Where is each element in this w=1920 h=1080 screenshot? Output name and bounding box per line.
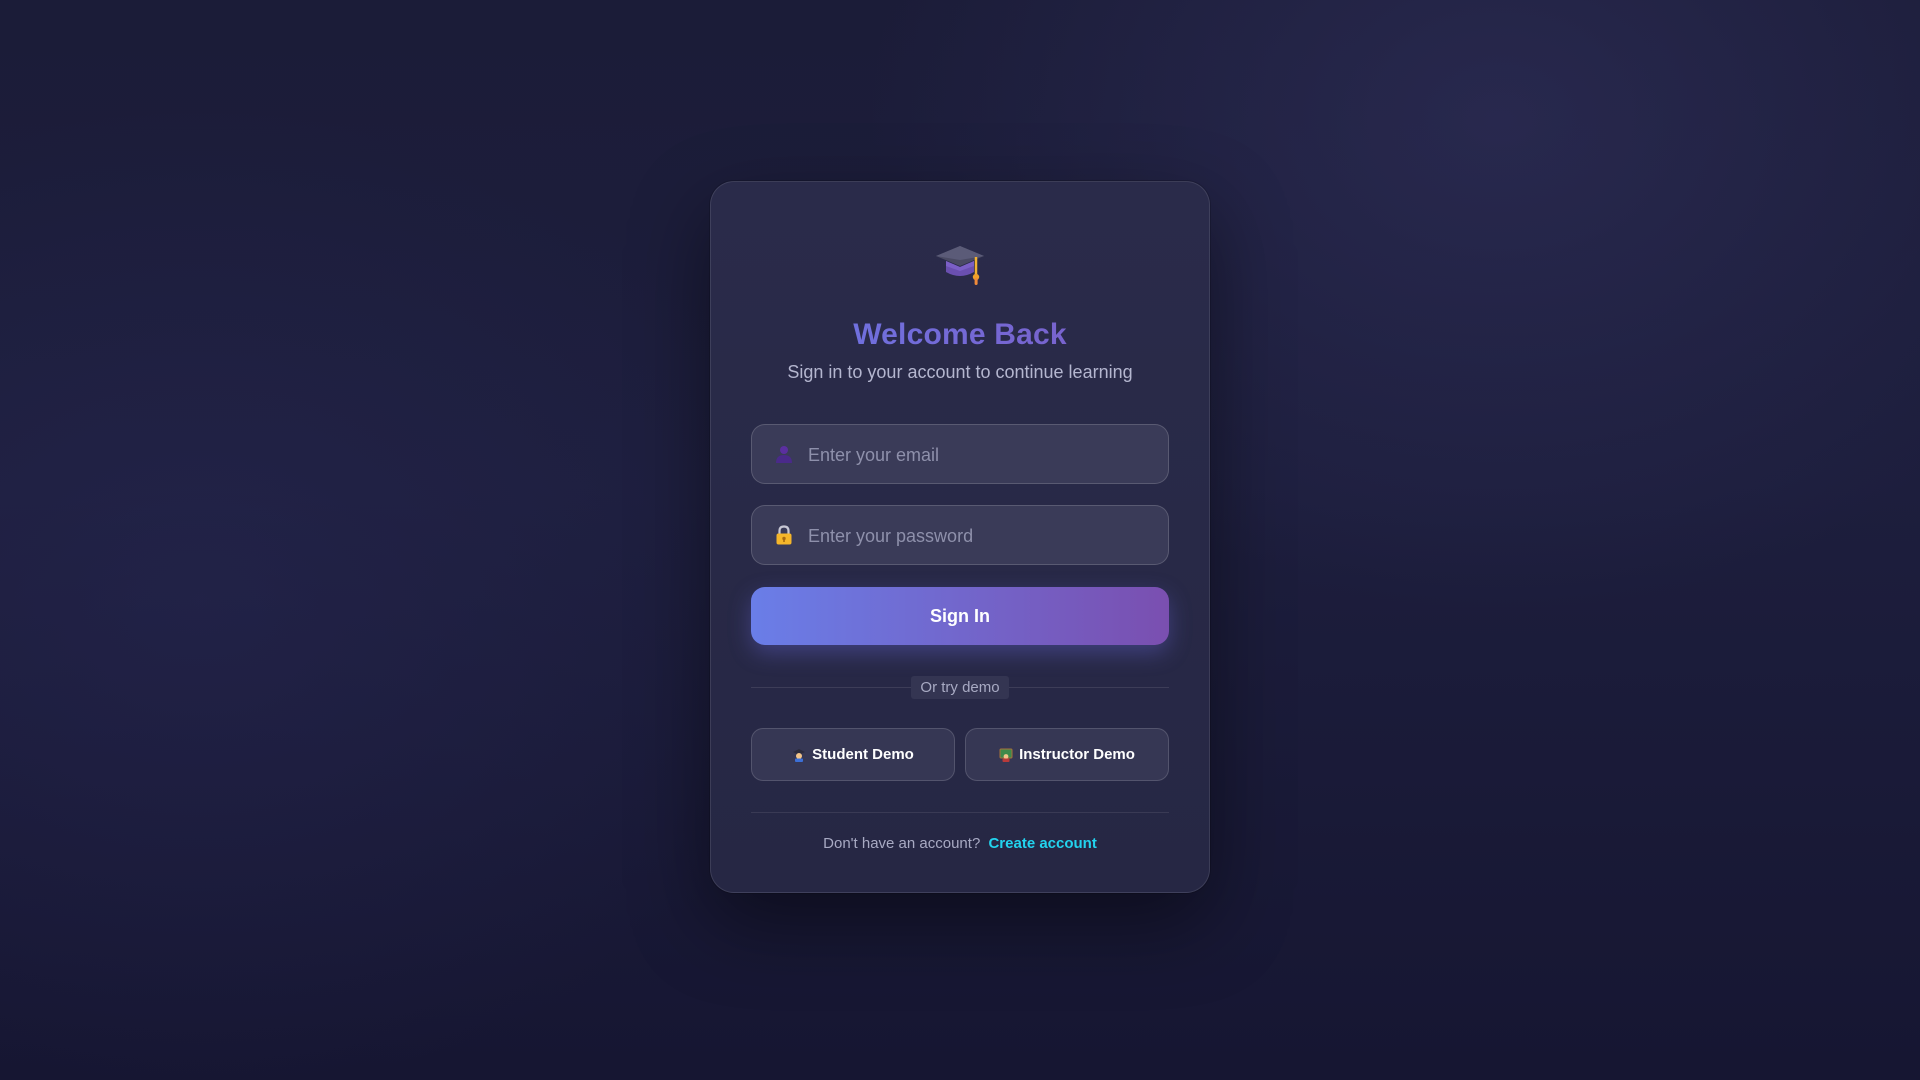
instructor-demo-label: Instructor Demo [1019,746,1135,763]
instructor-icon [999,748,1013,762]
student-demo-button[interactable]: Student Demo [751,728,955,781]
lock-icon [776,525,792,545]
graduation-cap-icon [936,246,984,285]
student-icon [793,748,806,762]
instructor-demo-button[interactable]: Instructor Demo [965,728,1169,781]
footer-divider [751,812,1169,813]
email-field[interactable] [751,424,1169,485]
password-field[interactable] [751,505,1169,566]
page-subtitle: Sign in to your account to continue lear… [787,362,1133,382]
password-input[interactable] [806,506,1160,566]
page-title: Welcome Back [711,318,1209,352]
divider-label-wrap: Or try demo [711,676,1209,699]
sign-in-button[interactable]: Sign In [751,587,1169,645]
page: Welcome Back Sign in to your account to … [0,0,1920,1080]
footer-prompt: Don't have an account? [823,835,981,852]
user-icon [776,446,792,463]
create-account-link[interactable]: Create account [988,835,1096,852]
divider-label: Or try demo [911,676,1009,699]
email-input[interactable] [806,425,1160,485]
logo [711,240,1209,292]
student-demo-label: Student Demo [812,746,914,763]
login-card: Welcome Back Sign in to your account to … [710,181,1210,893]
footer: Don't have an account? Create account [711,835,1209,852]
